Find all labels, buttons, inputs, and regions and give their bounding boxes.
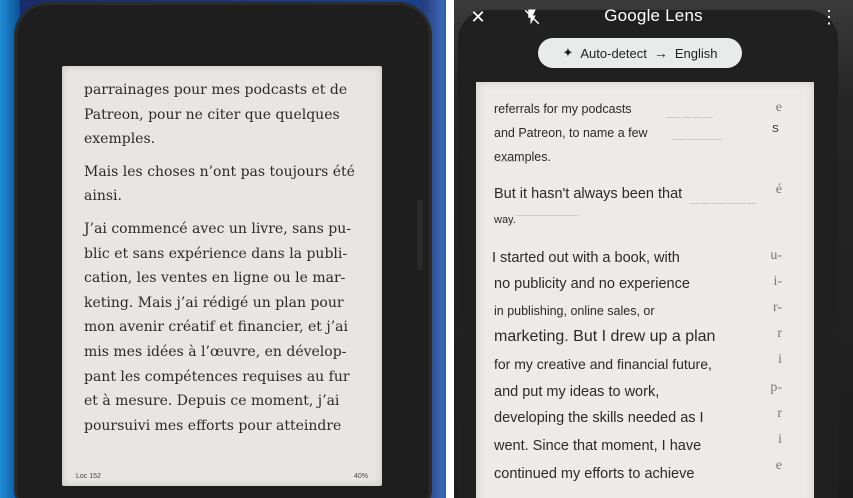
- translated-line: and Patreon, to name a few: [494, 126, 648, 140]
- kindle-power-button: [417, 200, 423, 270]
- hyphen-mark: i: [778, 432, 782, 447]
- reading-progress-footer: Loc 152 40%: [76, 473, 368, 480]
- translated-line: I started out with a book, with: [492, 250, 680, 266]
- lens-title: Google Lens: [604, 6, 703, 25]
- text-line: mon avenir créatif et financier, et j’ai: [84, 319, 348, 336]
- language-selector-chip[interactable]: ✦ Auto-detect → English: [538, 38, 742, 68]
- text-line: mis mes idées à l’œuvre, en dévelop-: [84, 343, 347, 360]
- text-line: ainsi.: [84, 188, 122, 205]
- hyphen-mark: r: [777, 406, 782, 421]
- hyphen-mark: r-: [772, 300, 782, 315]
- lens-translate-view: referrals for my podcasts ___ __ __ __ e…: [454, 0, 853, 498]
- target-language[interactable]: English: [675, 46, 718, 61]
- ghost-text: ___ ___ ____: [672, 130, 722, 141]
- ebook-page-text: parrainages pour mes podcasts et de Patr…: [84, 78, 364, 446]
- location-indicator: Loc 152: [76, 473, 101, 480]
- text-line: blic et sans expérience dans la publi-: [84, 245, 348, 262]
- text-line: et à mesure. Depuis ce moment, j’ai: [84, 393, 340, 410]
- hyphen-mark: r: [777, 326, 782, 341]
- text-line: cation, les ventes en ligne ou le mar-: [84, 270, 346, 287]
- translated-line: and put my ideas to work,: [494, 384, 660, 400]
- paragraph-2: Mais les choses n’ont pas toujours été a…: [84, 160, 364, 209]
- translated-line: marketing. But I drew up a plan: [494, 328, 716, 345]
- text-line: keting. Mais j’ai rédigé un plan pour: [84, 294, 344, 311]
- translated-line: no publicity and no experience: [494, 276, 690, 292]
- translated-line: referrals for my podcasts: [494, 102, 632, 116]
- text-line: Mais les choses n’ont pas toujours été: [84, 163, 355, 180]
- translated-line: went. Since that moment, I have: [494, 438, 702, 454]
- translated-line: way.: [494, 214, 516, 226]
- hyphen-mark: i-: [773, 274, 782, 289]
- text-line: Patreon, pour ne citer que quelques: [84, 106, 340, 123]
- ghost-text: __ __ ___ ____ __: [690, 194, 757, 205]
- image-divider: [446, 0, 454, 498]
- translated-line: developing the skills needed as I: [494, 410, 704, 426]
- text-line: pant les compétences requises au fur: [84, 368, 350, 385]
- hyphen-mark: e: [775, 100, 782, 115]
- percent-indicator: 40%: [353, 473, 368, 480]
- text-line: parrainages pour mes podcasts et de: [84, 82, 348, 98]
- translated-line: continued my efforts to achieve: [494, 466, 695, 482]
- paragraph-1: parrainages pour mes podcasts et de Patr…: [84, 78, 364, 152]
- translated-line: But it hasn't always been that: [494, 186, 683, 202]
- translated-line: in publishing, online sales, or: [494, 304, 655, 318]
- hyphen-mark: e: [775, 458, 782, 473]
- text-line: J’ai commencé avec un livre, sans pu-: [84, 220, 351, 237]
- ghost-text: ‾‾‾‾‾‾‾‾‾‾‾‾‾‾‾‾‾‾‾‾‾‾: [516, 216, 579, 227]
- arrow-right-icon: →: [653, 45, 668, 61]
- hyphen-mark: p-: [770, 380, 782, 395]
- kindle-device: referrals for my podcasts ___ __ __ __ e…: [458, 10, 838, 498]
- hyphen-mark: u-: [770, 248, 782, 263]
- residual-mark: S: [772, 124, 779, 135]
- text-line: exemples.: [84, 131, 156, 148]
- translation-overlay: referrals for my podcasts ___ __ __ __ e…: [476, 82, 814, 498]
- paragraph-3: J’ai commencé avec un livre, sans pu- bl…: [84, 217, 364, 438]
- hyphen-mark: é: [775, 182, 782, 197]
- ghost-text: ‾‾‾‾‾‾‾‾: [498, 162, 521, 173]
- text-line: poursuivi mes efforts pour atteindre: [84, 417, 342, 434]
- sparkle-icon: ✦: [562, 45, 574, 60]
- translated-line: for my creative and financial future,: [494, 356, 712, 372]
- hyphen-mark: i: [778, 352, 782, 367]
- kindle-photo-original: parrainages pour mes podcasts et de Patr…: [0, 0, 446, 498]
- source-language[interactable]: Auto-detect: [580, 46, 647, 61]
- kindle-screen-translated: referrals for my podcasts ___ __ __ __ e…: [476, 82, 814, 498]
- kindle-screen: parrainages pour mes podcasts et de Patr…: [62, 66, 382, 486]
- ghost-text: ___ __ __ __: [666, 108, 713, 119]
